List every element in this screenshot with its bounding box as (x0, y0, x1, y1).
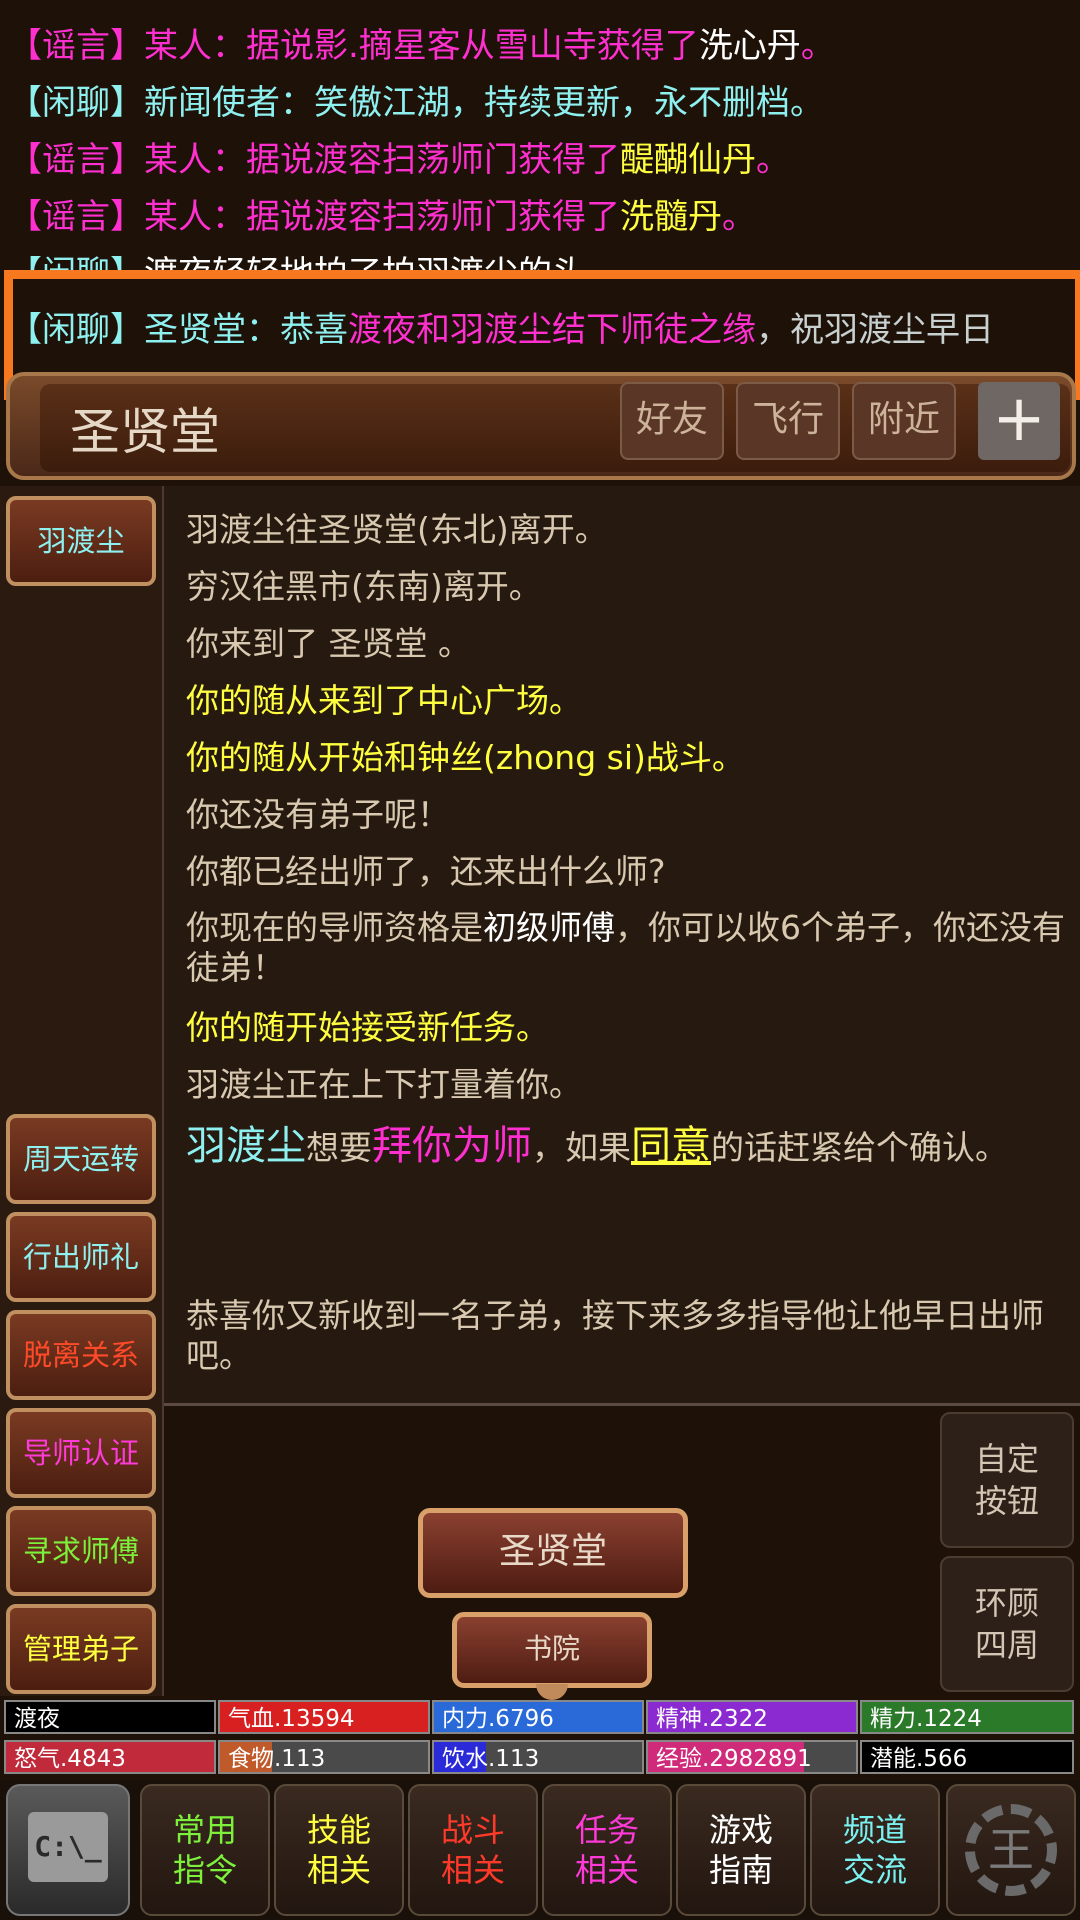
chat-line: 【谣言】某人：据说影.摘星客从雪山寺获得了洗心丹。 (8, 26, 835, 66)
terminal-icon: C:\_ (28, 1812, 108, 1882)
stat-energy: 精力.1224 (860, 1700, 1074, 1734)
npc-link[interactable]: 羽渡尘 (186, 1123, 306, 1169)
toolbar-channels[interactable]: 频道 交流 (810, 1784, 940, 1916)
message-line: 羽渡尘想要拜你为师，如果同意的话赶紧给个确认。 (186, 1123, 1008, 1169)
sidebar-item-xunqiu[interactable]: 寻求师傅 (6, 1506, 156, 1596)
sidebar-item-chushili[interactable]: 行出师礼 (6, 1212, 156, 1302)
chat-line: 【闲聊】渡夜轻轻地拍了拍羽渡尘的头。 (8, 254, 620, 276)
exit-button[interactable]: 书院 (452, 1612, 652, 1688)
toolbar-combat[interactable]: 战斗 相关 (408, 1784, 538, 1916)
message-line: 羽渡尘正在上下打量着你。 (186, 1065, 582, 1104)
stat-mp: 内力.6796 (432, 1700, 644, 1734)
stat-rage: 怒气.4843 (4, 1740, 216, 1774)
stat-food: 食物.113 (218, 1740, 430, 1774)
toolbar-skills[interactable]: 技能 相关 (274, 1784, 404, 1916)
message-line: 你都已经出师了，还来出什么师? (186, 852, 666, 891)
sidebar-item-guanli[interactable]: 管理弟子 (6, 1604, 156, 1694)
friends-button[interactable]: 好友 (620, 382, 724, 460)
sidebar-item-zhoutian[interactable]: 周天运转 (6, 1114, 156, 1204)
stat-hp: 气血.13594 (218, 1700, 430, 1734)
message-line: 你还没有弟子呢！ (186, 795, 450, 834)
message-line: 你来到了 圣贤堂 。 (186, 624, 471, 663)
message-line: 你现在的导师资格是初级师傅，你可以收6个弟子，你还没有徒弟！ (186, 908, 1065, 987)
message-line: 羽渡尘往圣贤堂(东北)离开。 (186, 510, 608, 549)
chat-line: 【谣言】某人：据说渡容扫荡师门获得了洗髓丹。 (8, 197, 756, 237)
look-around-button[interactable]: 环顾四周 (940, 1556, 1074, 1692)
plus-button[interactable]: + (978, 382, 1060, 460)
chat-line: 【闲聊】圣贤堂：恭喜渡夜和羽渡尘结下师徒之缘，祝羽渡尘早日 (8, 310, 994, 350)
message-line: 恭喜你又新收到一名子弟，接下来多多指导他让他早日出师吧。 (186, 1296, 1044, 1375)
settings-button[interactable]: 王 (946, 1784, 1076, 1916)
nearby-button[interactable]: 附近 (852, 382, 956, 460)
chat-line: 【谣言】某人：据说渡容扫荡师门获得了醍醐仙丹。 (8, 140, 790, 180)
stat-water: 饮水.113 (432, 1740, 644, 1774)
toolbar-common-commands[interactable]: 常用 指令 (140, 1784, 270, 1916)
npc-button[interactable]: 羽渡尘 (6, 496, 156, 586)
toolbar-quests[interactable]: 任务 相关 (542, 1784, 672, 1916)
stat-spirit: 精神.2322 (646, 1700, 858, 1734)
agree-link[interactable]: 同意 (631, 1123, 711, 1169)
stat-name: 渡夜 (4, 1700, 216, 1734)
stat-exp: 经验.2982891 (646, 1740, 858, 1774)
exit-connector (536, 1684, 568, 1700)
room-button[interactable]: 圣贤堂 (418, 1508, 688, 1598)
divider (164, 1403, 1080, 1406)
message-line: 你的随从来到了中心广场。 (186, 681, 582, 720)
stat-potential: 潜能.566 (860, 1740, 1074, 1774)
chat-line: 【闲聊】新闻使者：笑傲江湖，持续更新，永不删档。 (8, 83, 824, 123)
custom-button[interactable]: 自定按钮 (940, 1412, 1074, 1548)
terminal-button[interactable]: C:\_ (6, 1784, 130, 1916)
fly-button[interactable]: 飞行 (736, 382, 840, 460)
message-line: 你的随从开始和钟丝(zhong si)战斗。 (186, 738, 745, 777)
toolbar-guide[interactable]: 游戏 指南 (676, 1784, 806, 1916)
message-line: 你的随开始接受新任务。 (186, 1008, 549, 1047)
sidebar-item-daoshi[interactable]: 导师认证 (6, 1408, 156, 1498)
sidebar-item-tuoli[interactable]: 脱离关系 (6, 1310, 156, 1400)
message-line: 穷汉往黑市(东南)离开。 (186, 567, 542, 606)
location-title: 圣贤堂 (70, 403, 220, 461)
gear-icon: 王 (965, 1804, 1057, 1896)
